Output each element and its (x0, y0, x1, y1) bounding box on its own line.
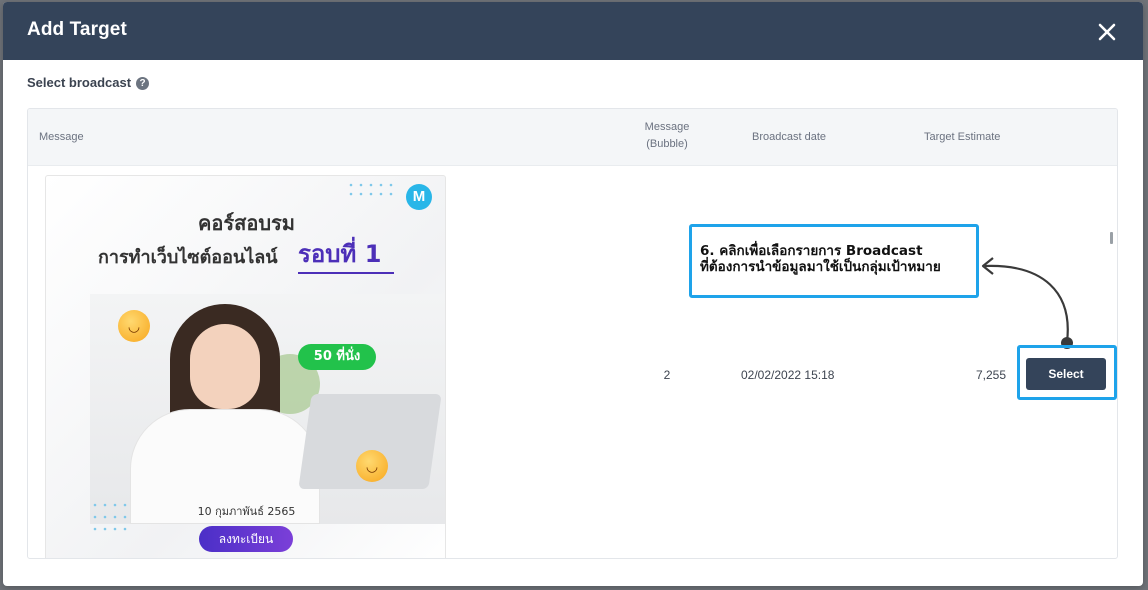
person-face (190, 324, 260, 409)
column-header-bubble-line2: (Bubble) (646, 138, 688, 150)
table-scrollbar[interactable] (1110, 232, 1113, 244)
modal-header: Add Target (3, 2, 1143, 60)
thumbnail-date: 10 กุมภาพันธ์ 2565 (197, 505, 296, 518)
round-underline (298, 272, 394, 274)
column-header-target-estimate: Target Estimate (924, 131, 1001, 143)
modal-title: Add Target (27, 19, 127, 40)
instruction-callout: 6. คลิกเพื่อเลือกรายการ Broadcast ที่ต้อ… (689, 224, 979, 298)
annotation-arrow-icon (981, 257, 1073, 349)
callout-line-1: 6. คลิกเพื่อเลือกรายการ Broadcast (700, 243, 923, 259)
column-header-bubble-line1: Message (644, 121, 690, 133)
thumbnail-headline: คอร์สอบรม (198, 211, 295, 235)
select-broadcast-label: Select broadcast (27, 75, 132, 90)
table-header: Message Message (Bubble) Broadcast date … (28, 109, 1117, 166)
dots-decoration-top (349, 183, 393, 196)
column-header-broadcast-date: Broadcast date (752, 131, 826, 143)
bubble-count: 2 (663, 368, 671, 382)
seats-badge: 50 ที่นั่ง (298, 344, 376, 370)
close-button[interactable] (1095, 20, 1119, 44)
target-estimate: 7,255 (975, 368, 1006, 382)
add-target-modal: Add Target Select broadcast ? Message Me… (3, 2, 1143, 586)
column-header-bubble: Message (Bubble) (632, 119, 702, 153)
callout-line-2: ที่ต้องการนำข้อมูลมาใช้เป็นกลุ่มเป้าหมาย (700, 259, 941, 275)
thumbnail-round: รอบที่ 1 (298, 240, 382, 268)
column-header-message: Message (39, 131, 84, 143)
broadcast-table: Message Message (Bubble) Broadcast date … (27, 108, 1118, 559)
register-badge: ลงทะเบียน (199, 526, 293, 552)
broadcast-date: 02/02/2022 15:18 (741, 368, 835, 382)
wink-emoji-icon: ◡ (356, 450, 388, 482)
thumbnail-subheadline: การทำเว็บไซต์ออนไลน์ (98, 247, 278, 268)
message-thumbnail: M คอร์สอบรม การทำเว็บไซต์ออนไลน์ รอบที่ … (45, 175, 446, 558)
select-button[interactable]: Select (1026, 358, 1106, 390)
close-icon (1098, 23, 1116, 41)
help-icon[interactable]: ? (136, 77, 149, 90)
laughing-emoji-icon: ◡ (118, 310, 150, 342)
